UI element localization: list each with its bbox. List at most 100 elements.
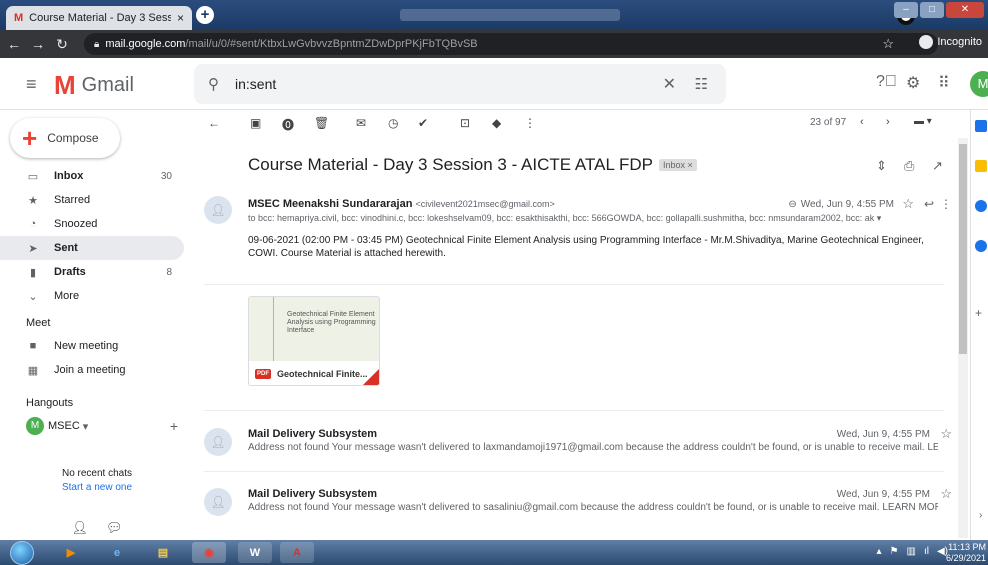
star-icon[interactable]: ☆ [940,426,952,442]
word-icon[interactable]: W [238,542,272,563]
hangouts-section-title: Hangouts [26,397,74,409]
reply-icon[interactable]: ↩ [924,197,934,211]
taskbar-clock[interactable]: 11:13 PM 6/29/2021 [946,542,986,564]
start-new-chat-link[interactable]: Start a new one [0,482,194,493]
account-avatar[interactable]: M [970,71,988,97]
sidebar-item-starred[interactable]: ★ Starred [0,188,184,212]
message-divider [204,471,944,472]
message-expanded[interactable]: 👤︎ MSEC Meenakshi Sundararajan <civileve… [204,196,954,296]
clear-search-icon[interactable]: ✕ [663,74,676,94]
more-icon[interactable]: ⋮ [940,197,952,211]
show-hidden-icons-icon[interactable]: ▴ [877,546,882,557]
message-snippet: Address not found Your message wasn't de… [248,442,938,453]
address-bar[interactable]: 🔒︎ mail.google.com /mail/u/0/#sent/KtbxL… [84,33,938,55]
apps-grid-icon[interactable]: ⠿ [938,73,950,93]
forward-icon[interactable]: → [28,36,48,52]
add-chat-icon[interactable]: + [170,418,178,434]
sender-name: Mail Delivery Subsystem [248,428,378,440]
signal-icon[interactable]: ıl [924,546,929,557]
browser-tab[interactable]: M Course Material - Day 3 Session × [6,6,192,30]
label-icon[interactable]: ◆ [492,116,501,130]
close-window-button[interactable]: ✕ [946,2,984,18]
chat-bubble-icon[interactable]: 💬︎ [106,520,123,535]
no-recent-chats: No recent chats [61,468,133,479]
tab-close-icon[interactable]: × [177,11,184,25]
tasks-icon[interactable] [975,200,987,212]
back-icon[interactable]: ← [4,36,24,52]
star-icon[interactable]: ☆ [940,486,952,502]
inbox-label-chip[interactable]: Inbox × [659,159,697,171]
compose-button[interactable]: + Compose [10,118,120,158]
mark-unread-icon[interactable]: ✉ [356,116,366,130]
help-icon[interactable]: ?⃝ [876,73,897,91]
delete-icon[interactable]: 🗑︎ [314,116,329,130]
media-player-icon[interactable]: ▶ [54,542,88,563]
report-spam-icon[interactable]: ⓿ [282,116,294,133]
video-camera-icon: ■ [29,340,37,352]
new-tab-button[interactable]: + [196,6,214,24]
hangouts-user-name: MSEC [48,420,80,432]
newer-icon[interactable]: ‹ [860,116,864,128]
network-icon[interactable]: ▥ [907,546,916,557]
settings-gear-icon[interactable]: ⚙ [906,73,920,93]
add-addon-icon[interactable]: + [975,306,982,320]
person-icon[interactable]: 👤︎ [71,520,88,535]
acrobat-icon[interactable]: A [280,542,314,563]
open-new-window-icon[interactable]: ↗ [932,158,943,174]
minimize-button[interactable]: – [894,2,918,18]
search-options-icon[interactable]: ☷ [695,75,708,93]
action-center-flag-icon[interactable]: ⚑ [890,546,899,557]
sender-email: <civilevent2021msec@gmail.com> [415,199,555,209]
gmail-wordmark: Gmail [81,74,134,96]
archive-icon[interactable]: ▣ [250,116,261,130]
main-menu-icon[interactable]: ≡ [26,74,37,95]
sidebar-item-drafts[interactable]: ▮ Drafts 8 [0,260,184,284]
recipient-line[interactable]: to bcc: hemapriya.civil, bcc: vinodhini.… [248,213,908,224]
more-options-icon[interactable]: ⋮ [524,116,536,130]
print-icon[interactable]: ⎙ [904,158,914,174]
attachment-card[interactable]: Geotechnical Finite Element Analysis usi… [248,296,380,386]
internet-explorer-icon[interactable]: e [100,542,134,563]
clock-date: 6/29/2021 [945,553,986,563]
sidebar-item-sent[interactable]: ➤ Sent [0,236,184,260]
back-arrow-icon[interactable]: ← [208,116,220,130]
expand-all-icon[interactable]: ⇕ [876,158,887,174]
pdf-icon: PDF [255,369,271,379]
contacts-icon[interactable] [975,240,987,252]
sidebar-item-snoozed[interactable]: ◔ Snoozed [0,212,184,236]
attachment-icon: ⊖ [788,199,797,210]
maximize-button[interactable]: □ [920,2,944,18]
sender-avatar: 👤︎ [204,488,232,516]
search-input[interactable] [235,76,635,92]
gmail-logo[interactable]: M Gmail [54,70,134,101]
bookmark-star-icon[interactable]: ☆ [882,36,894,52]
start-button[interactable] [10,541,34,565]
incognito-indicator[interactable]: Incognito [919,35,982,49]
search-icon[interactable]: ⚲ [208,75,219,93]
message-collapsed[interactable]: 👤︎ Mail Delivery Subsystem Wed, Jun 9, 4… [204,484,954,524]
calendar-icon[interactable] [975,120,987,132]
sidebar-item-inbox[interactable]: ▭ Inbox 30 [0,164,184,188]
move-to-icon[interactable]: ⊡ [460,116,470,130]
scrollbar-thumb[interactable] [959,144,967,354]
file-explorer-icon[interactable]: ▤ [146,542,180,563]
new-meeting-item[interactable]: ■ New meeting [0,334,184,358]
window-controls: – □ ✕ [894,2,984,18]
expand-panel-icon[interactable]: › [979,510,982,521]
reload-icon[interactable]: ↻ [52,36,72,53]
url-host: mail.google.com [105,38,186,50]
join-meeting-item[interactable]: ▦ Join a meeting [0,358,184,382]
older-icon[interactable]: › [886,116,890,128]
input-tools-icon[interactable]: ▬ ▾ [914,116,932,127]
snooze-icon[interactable]: ◷ [388,116,398,130]
message-collapsed[interactable]: 👤︎ Mail Delivery Subsystem Wed, Jun 9, 4… [204,424,954,464]
chrome-icon[interactable]: ◉ [192,542,226,563]
gmail-favicon-icon: M [14,12,24,24]
add-to-tasks-icon[interactable]: ✔ [418,116,428,130]
scrollbar[interactable] [958,138,968,538]
attachment-footer: PDF Geotechnical Finite... [249,361,379,385]
hangouts-user[interactable]: M MSEC ▾ + [0,414,194,438]
star-icon[interactable]: ☆ [902,196,914,212]
sidebar-item-more[interactable]: ⌄ More [0,284,184,308]
keep-icon[interactable] [975,160,987,172]
